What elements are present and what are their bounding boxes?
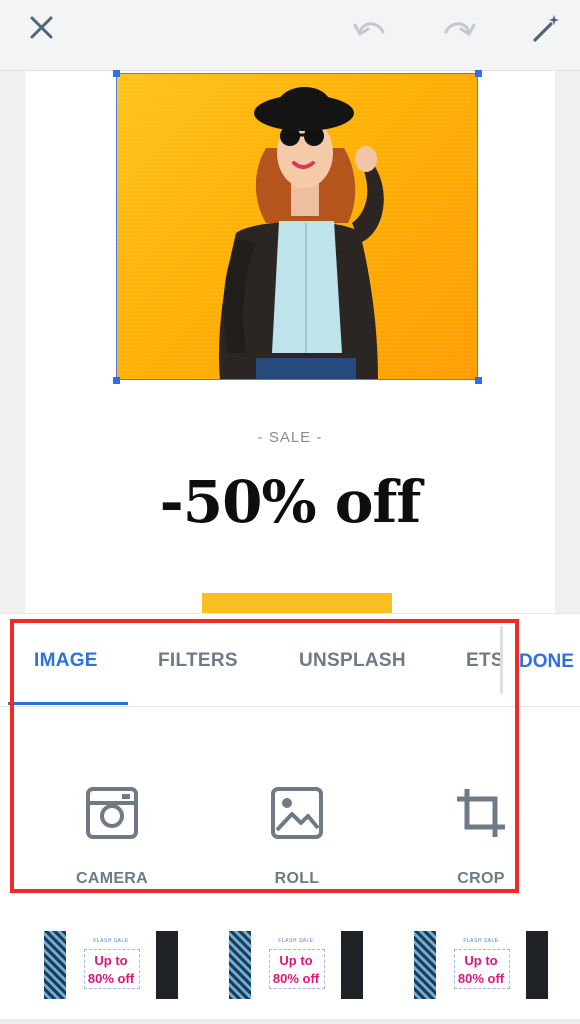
top-toolbar (0, 0, 580, 71)
thumb-header: FLASH SALE (278, 938, 314, 944)
resize-handle-bottom-right[interactable] (475, 377, 482, 384)
resize-handle-bottom-left[interactable] (113, 377, 120, 384)
discount-headline[interactable]: -50% off (0, 468, 580, 536)
thumb-header: FLASH SALE (93, 938, 129, 944)
highlight-annotation (10, 619, 519, 893)
dark-panel-decoration (341, 931, 363, 999)
close-icon[interactable] (27, 13, 57, 43)
thumb-line1: Up to (94, 953, 128, 968)
bottom-edge (0, 1019, 580, 1024)
done-button[interactable]: DONE (519, 651, 574, 673)
stripe-decoration (414, 931, 436, 999)
cta-bar[interactable] (202, 593, 392, 613)
thumb-line1: Up to (279, 953, 313, 968)
resize-handle-top-right[interactable] (475, 70, 482, 77)
thumb-line2: 80% off (272, 971, 320, 986)
undo-icon[interactable] (352, 13, 388, 43)
dark-panel-decoration (526, 931, 548, 999)
template-thumbnail[interactable]: FLASH SALE Up to 80% off (40, 927, 182, 999)
thumb-line1: Up to (464, 953, 498, 968)
magic-wand-icon[interactable] (531, 13, 561, 43)
stripe-decoration (229, 931, 251, 999)
selection-box[interactable] (116, 73, 478, 380)
thumb-line2: 80% off (457, 971, 505, 986)
thumb-header: FLASH SALE (463, 938, 499, 944)
sale-label[interactable]: - SALE - (0, 429, 580, 446)
template-thumbnail[interactable]: FLASH SALE Up to 80% off (225, 927, 367, 999)
thumb-line2: 80% off (87, 971, 135, 986)
template-thumbnail[interactable]: FLASH SALE Up to 80% off (410, 927, 552, 999)
redo-icon[interactable] (441, 13, 477, 43)
editor-screen: - SALE - -50% off IMAGE FILTERS UNSPLASH… (0, 0, 580, 1024)
dark-panel-decoration (156, 931, 178, 999)
stripe-decoration (44, 931, 66, 999)
resize-handle-top-left[interactable] (113, 70, 120, 77)
